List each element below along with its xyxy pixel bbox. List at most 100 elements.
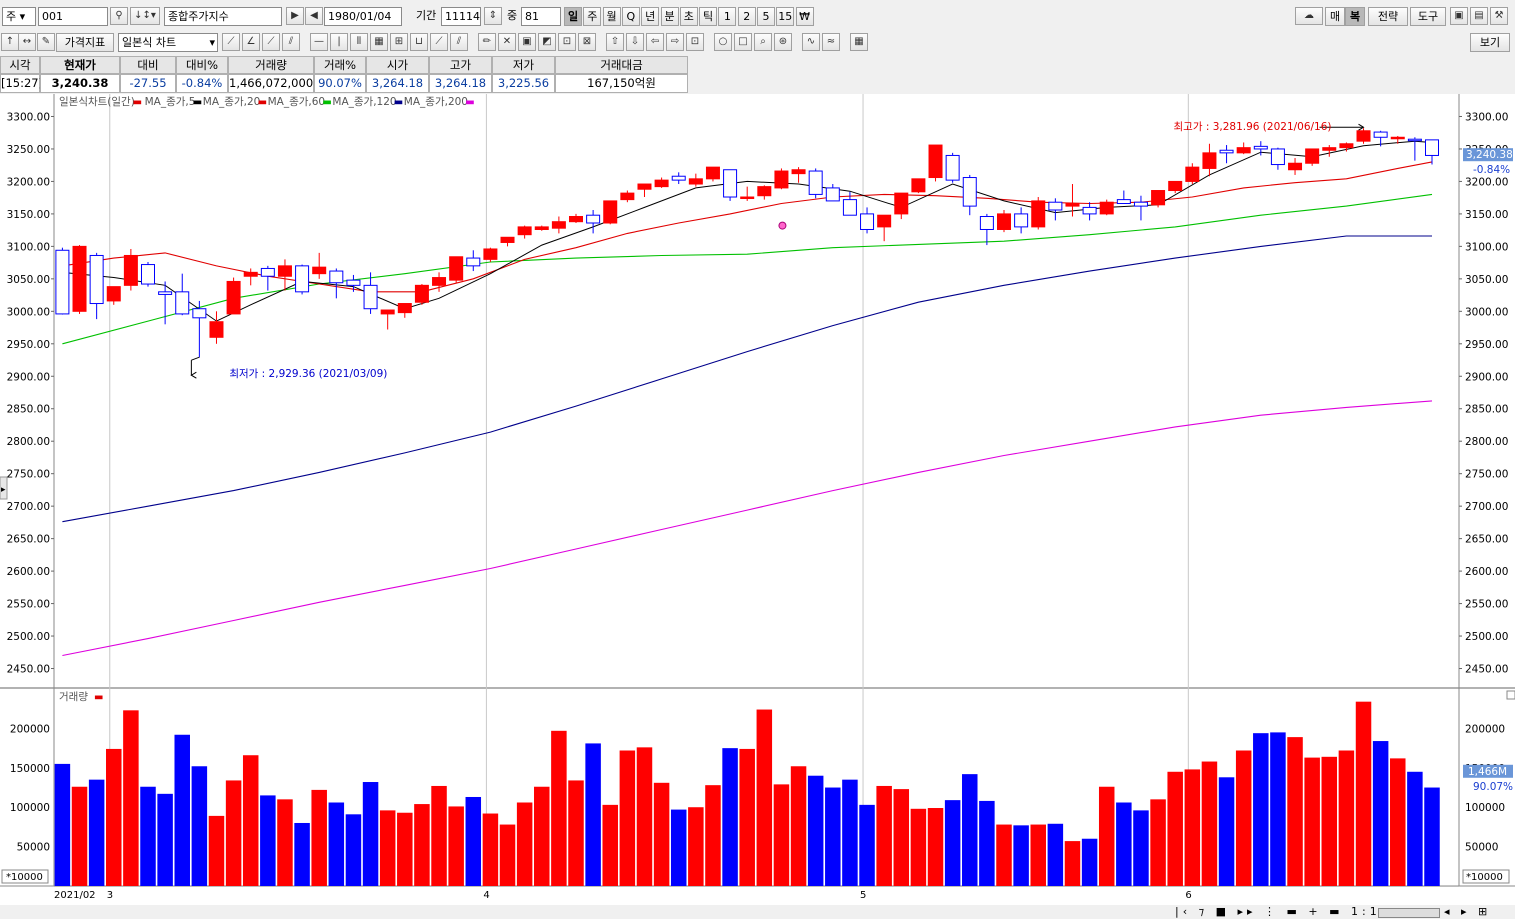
volume-bar xyxy=(174,734,190,886)
arrow-left-icon[interactable]: ⇦ xyxy=(646,33,664,51)
vertical-line-icon[interactable]: | xyxy=(330,33,348,51)
wrench-icon[interactable]: ⚒ xyxy=(1490,7,1508,25)
quote-header: 시각 xyxy=(0,56,40,74)
volume-bar xyxy=(465,796,482,886)
next-arrow-icon[interactable]: ▶ xyxy=(286,7,304,25)
horizontal-line-icon[interactable]: — xyxy=(310,33,328,51)
period-button[interactable]: Q xyxy=(621,7,640,26)
stepper-icon[interactable]: ⇕ xyxy=(484,7,502,25)
count-value: 81 xyxy=(525,10,539,23)
candle-body xyxy=(1219,149,1234,154)
period-button[interactable]: 월 xyxy=(602,7,621,26)
chart-type-select[interactable]: 일본식 차트 ▾ xyxy=(118,33,218,52)
tools-button[interactable]: 도구 xyxy=(1410,7,1446,26)
sort-icon[interactable]: ↓↕▾ xyxy=(130,7,160,25)
parallel-icon[interactable]: ⫽ xyxy=(450,33,468,51)
zoom-icon[interactable]: ⌕ xyxy=(754,33,772,51)
candle-body xyxy=(363,284,378,310)
arrow-right-icon[interactable]: ⇨ xyxy=(666,33,684,51)
candle-body xyxy=(945,154,960,181)
quote-header: 저가 xyxy=(492,56,555,74)
expand-icon[interactable]: ↔ xyxy=(18,33,36,51)
up-arrow-icon[interactable]: ↑ xyxy=(1,33,19,51)
period-button[interactable]: 년 xyxy=(641,7,660,26)
y-tick-label-right: 2600.00 xyxy=(1465,566,1508,578)
candle-body xyxy=(1099,201,1114,215)
cross-icon[interactable]: ✕ xyxy=(498,33,516,51)
quote-value: [15:27] xyxy=(0,74,43,93)
period-button[interactable]: ₩ xyxy=(795,7,814,26)
box-icon[interactable]: ⊞ xyxy=(390,33,408,51)
count-input[interactable]: 81 xyxy=(521,7,561,26)
candle-body xyxy=(243,271,258,277)
eraser-icon[interactable]: ◩ xyxy=(538,33,556,51)
volume-tick-right: 100000 xyxy=(1465,802,1505,814)
y-tick-label-left: 3100.00 xyxy=(7,241,50,253)
cycle-icon[interactable]: ⊔ xyxy=(410,33,428,51)
indicator-button[interactable]: 가격지표 xyxy=(56,33,114,52)
candle-body xyxy=(1082,206,1097,215)
view-button[interactable]: 보기 xyxy=(1470,33,1510,52)
code-input[interactable]: 001 xyxy=(38,7,108,26)
angle-line-icon[interactable]: ∠ xyxy=(242,33,260,51)
fibonacci-icon[interactable]: ⦀ xyxy=(350,33,368,51)
arrow-down-icon[interactable]: ⇩ xyxy=(626,33,644,51)
edit-icon[interactable]: ✎ xyxy=(37,33,55,51)
date-input[interactable]: 1980/01/04 xyxy=(324,7,402,26)
y-tick-label-right: 3150.00 xyxy=(1465,209,1508,221)
period-input[interactable]: 11114 xyxy=(441,7,481,26)
price-chart[interactable]: ▸2021/0234563300.003300.003250.003250.00… xyxy=(0,94,1515,905)
fan-icon[interactable]: ⫽ xyxy=(282,33,300,51)
save-icon[interactable]: ▤ xyxy=(1470,7,1488,25)
quote-value: 90.07% xyxy=(314,74,366,93)
palette-icon[interactable]: ▣ xyxy=(518,33,536,51)
settings-icon[interactable]: ⊛ xyxy=(774,33,792,51)
ray-icon[interactable]: ⟋ xyxy=(262,33,280,51)
nav-end-icon[interactable]: ◂ ▸ ⊞ xyxy=(1444,905,1491,919)
period-button[interactable]: 5 xyxy=(757,7,775,26)
period-button[interactable]: 틱 xyxy=(699,7,718,26)
period-button[interactable]: 1 xyxy=(718,7,737,26)
delete-icon[interactable]: ⊠ xyxy=(578,33,596,51)
pen-icon[interactable]: ✏ xyxy=(478,33,496,51)
candle-body xyxy=(1390,136,1405,140)
search-icon[interactable]: ⚲ xyxy=(110,7,128,25)
x-axis-area xyxy=(0,887,1515,905)
prev-arrow-icon[interactable]: ◀ xyxy=(305,7,323,25)
y-tick-label-left: 2550.00 xyxy=(7,599,50,611)
market-select[interactable]: 주 ▾ xyxy=(2,7,36,26)
strategy-button[interactable]: 전략 xyxy=(1368,7,1408,26)
period-button[interactable]: 일 xyxy=(564,7,582,26)
current-volume-label: 1,466M xyxy=(1468,766,1507,778)
text-icon[interactable]: ⊡ xyxy=(686,33,704,51)
volume-bar xyxy=(260,795,276,886)
export-icon[interactable]: ▦ xyxy=(850,33,868,51)
grid-icon[interactable]: ▦ xyxy=(370,33,388,51)
rect-icon[interactable]: □ xyxy=(734,33,752,51)
period-button[interactable]: 2 xyxy=(737,7,756,26)
period-button[interactable]: 15 xyxy=(776,7,795,26)
duplicate-button[interactable]: 복 xyxy=(1345,7,1365,26)
quote-header: 대비% xyxy=(176,56,228,74)
nav-controls-icon[interactable]: |‹ ⁊ ■ ▸▸ ⋮ ▬ + ▬ 1:1 xyxy=(1175,905,1381,919)
zoom-slider[interactable] xyxy=(1378,908,1440,918)
folder-icon[interactable]: ▣ xyxy=(1450,7,1468,25)
circle-icon[interactable]: ○ xyxy=(714,33,732,51)
arrow-up-icon[interactable]: ⇧ xyxy=(606,33,624,51)
period-button[interactable]: 초 xyxy=(679,7,698,26)
wave-icon[interactable]: ∿ xyxy=(802,33,820,51)
channel-icon[interactable]: ⟋ xyxy=(430,33,448,51)
period-button[interactable]: 분 xyxy=(660,7,679,26)
candle-body xyxy=(55,249,70,315)
candle-body xyxy=(1288,162,1303,171)
trendline-icon[interactable]: ⟋ xyxy=(222,33,240,51)
wave2-icon[interactable]: ≈ xyxy=(822,33,840,51)
index-name: 종합주가지수 xyxy=(168,10,229,23)
count-label: 중 xyxy=(507,9,518,22)
trade-button[interactable]: 매 xyxy=(1325,7,1345,26)
cloud-icon[interactable]: ☁ xyxy=(1295,7,1323,25)
period-button[interactable]: 주 xyxy=(583,7,602,26)
legend-marker: ▬ xyxy=(394,97,403,108)
magnet-icon[interactable]: ⊡ xyxy=(558,33,576,51)
quote-header: 거래% xyxy=(314,56,366,74)
